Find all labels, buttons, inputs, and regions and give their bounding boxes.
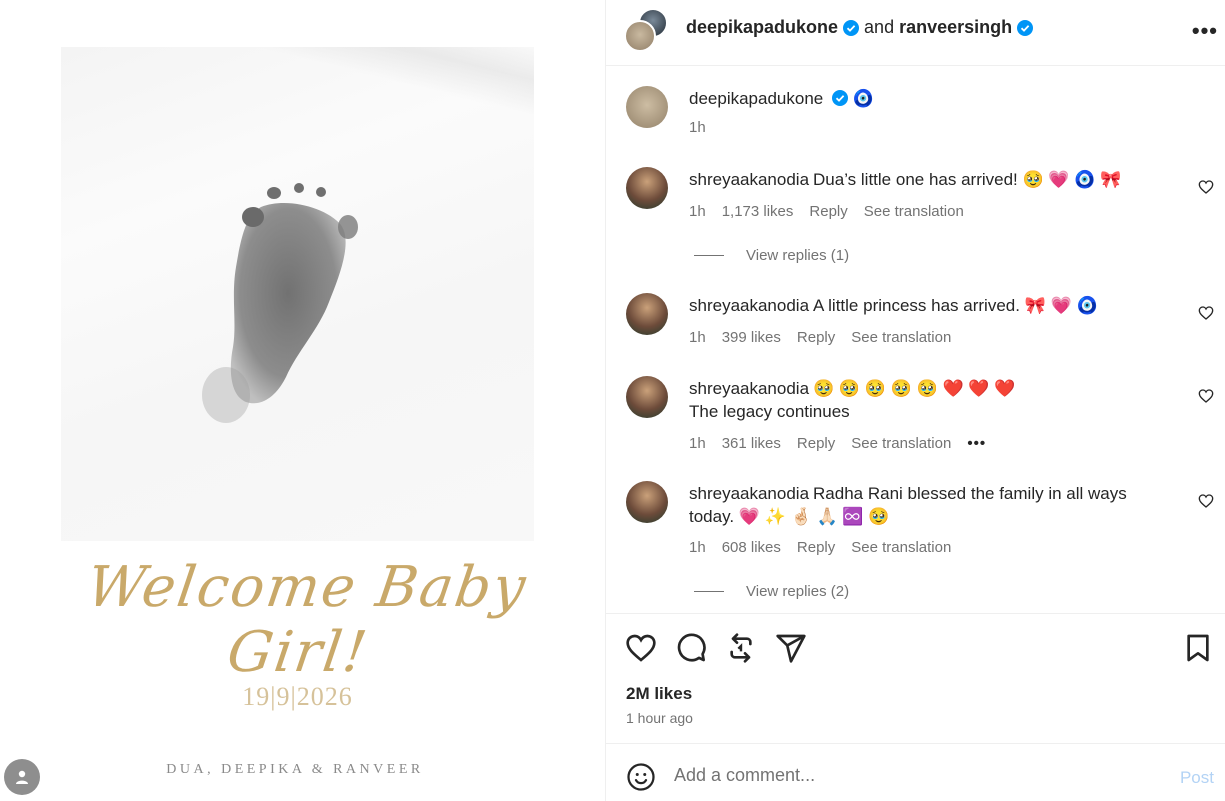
comment-username[interactable]: shreyaakanodia [689,296,809,315]
post-header: deepikapadukone and ranveersingh ••• [606,0,1225,66]
post-actions: 2M likes 1 hour ago [606,613,1225,743]
save-bookmark-icon[interactable] [1182,632,1214,664]
comment-time: 1h [689,539,706,556]
post-panel: deepikapadukone and ranveersingh ••• dee… [605,0,1225,801]
date-text: 19|9|2026 [242,682,353,711]
like-heart-icon[interactable] [625,632,657,664]
tagged-users-icon[interactable] [4,759,40,795]
post-authors: deepikapadukone and ranveersingh [686,17,1034,38]
comment-time: 1h [689,203,706,220]
see-translation-link[interactable]: See translation [851,539,951,556]
comment-item: shreyaakanodia Dua’s little one has arriv… [606,167,1225,267]
welcome-text: Welcome Baby Girl! [82,555,532,685]
see-translation-link[interactable]: See translation [851,435,951,452]
verified-icon [1017,19,1034,36]
comment-likes[interactable]: 608 likes [722,539,781,556]
comment-time: 1h [689,435,706,452]
author-joiner: and [864,17,895,37]
comment-likes[interactable]: 399 likes [722,329,781,346]
comment-likes[interactable]: 1,173 likes [722,203,794,220]
reply-button[interactable]: Reply [797,329,835,346]
author-username-2[interactable]: ranveersingh [899,17,1012,38]
view-replies-label: View replies (2) [746,583,850,600]
comment-username[interactable]: shreyaakanodia [689,379,809,398]
comment-time: 1h [689,329,706,346]
heart-icon[interactable] [1198,493,1214,509]
repost-icon[interactable] [725,632,757,664]
reply-button[interactable]: Reply [809,203,847,220]
comment-text: Radha Rani blessed the family in all way… [813,484,1127,503]
see-translation-link[interactable]: See translation [864,203,964,220]
post-media: Welcome Baby Girl! 19|9|2026 DUA, DEEPIK… [0,0,605,801]
comment-item: shreyaakanodia 🥹 🥹 🥹 🥹 🥹 ❤️ ❤️ ❤️ The leg… [606,376,1225,456]
likes-count[interactable]: 2M likes [626,684,692,704]
comment-username[interactable]: shreyaakanodia [689,170,809,189]
caption-text: 🧿 [852,89,874,108]
footprint-photo [61,47,534,541]
caption-username[interactable]: deepikapadukone [689,89,823,108]
reply-button[interactable]: Reply [797,435,835,452]
comment-text-line2: today. 💗 ✨ 🤞🏻 🙏🏻 ♾️ 🥹 [689,507,890,526]
avatar[interactable] [626,481,668,523]
comment-options-icon[interactable]: ••• [967,435,986,452]
more-horizontal-icon[interactable]: ••• [1192,18,1218,44]
heart-icon[interactable] [1198,305,1214,321]
post-button[interactable]: Post [1180,768,1214,788]
comments-list: deepikapadukone 🧿 1h shreyaakanodia Dua’s… [606,66,1225,613]
avatar[interactable] [626,167,668,209]
view-replies-button[interactable]: View replies (2) [694,583,849,600]
comment-likes[interactable]: 361 likes [722,435,781,452]
reply-button[interactable]: Reply [797,539,835,556]
see-translation-link[interactable]: See translation [851,329,951,346]
comment-username[interactable]: shreyaakanodia [689,484,809,503]
names-text: DUA, DEEPIKA & RANVEER [166,762,424,777]
comment-item: shreyaakanodia A little princess has arri… [606,293,1225,353]
verified-icon [843,19,860,36]
comment-icon[interactable] [675,632,707,664]
comment-text-line2: The legacy continues [689,402,850,421]
heart-icon[interactable] [1198,388,1214,404]
view-replies-label: View replies (1) [746,247,850,264]
post-caption: deepikapadukone 🧿 1h [606,86,1225,146]
author-username-1[interactable]: deepikapadukone [686,17,838,38]
caption-time: 1h [689,119,706,136]
avatar[interactable] [626,293,668,335]
avatar[interactable] [626,86,668,128]
comment-text: A little princess has arrived. 🎀 💗 🧿 [813,296,1098,315]
comment-composer: Post [606,743,1225,801]
view-replies-button[interactable]: View replies (1) [694,247,849,264]
post-time: 1 hour ago [626,710,693,726]
collab-avatars[interactable] [624,8,670,54]
emoji-icon[interactable] [626,762,656,792]
share-icon[interactable] [775,632,807,664]
comment-item: shreyaakanodia Radha Rani blessed the fam… [606,481,1225,611]
avatar[interactable] [626,376,668,418]
comment-input[interactable] [674,760,1134,790]
comment-text: Dua’s little one has arrived! 🥹 💗 🧿 🎀 [813,170,1122,189]
avatar[interactable] [624,20,656,52]
verified-icon [831,90,848,106]
heart-icon[interactable] [1198,179,1214,195]
comment-text: 🥹 🥹 🥹 🥹 🥹 ❤️ ❤️ ❤️ [813,379,1016,398]
